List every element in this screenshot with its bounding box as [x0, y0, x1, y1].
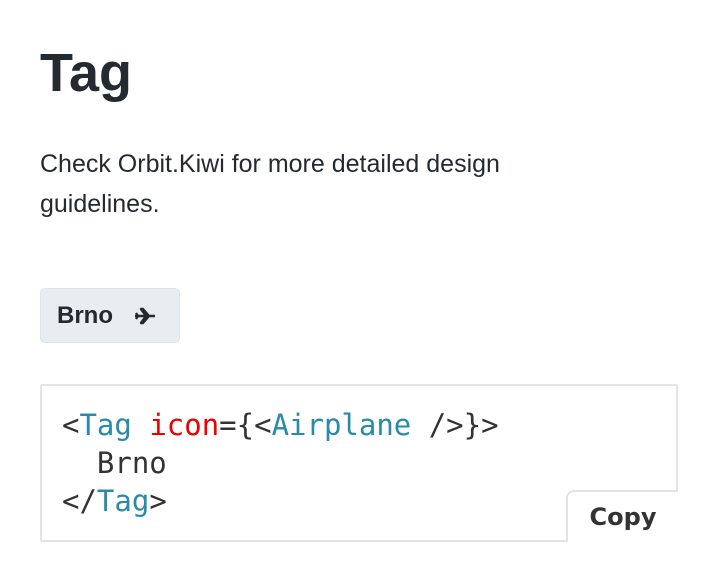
page-title: Tag	[40, 43, 132, 103]
airplane-icon	[135, 307, 155, 324]
tag-brno[interactable]: Brno	[40, 288, 180, 343]
page-description: Check Orbit.Kiwi for more detailed desig…	[40, 150, 500, 218]
tag-label: Brno	[57, 301, 113, 329]
copy-button[interactable]: Copy	[566, 490, 678, 542]
